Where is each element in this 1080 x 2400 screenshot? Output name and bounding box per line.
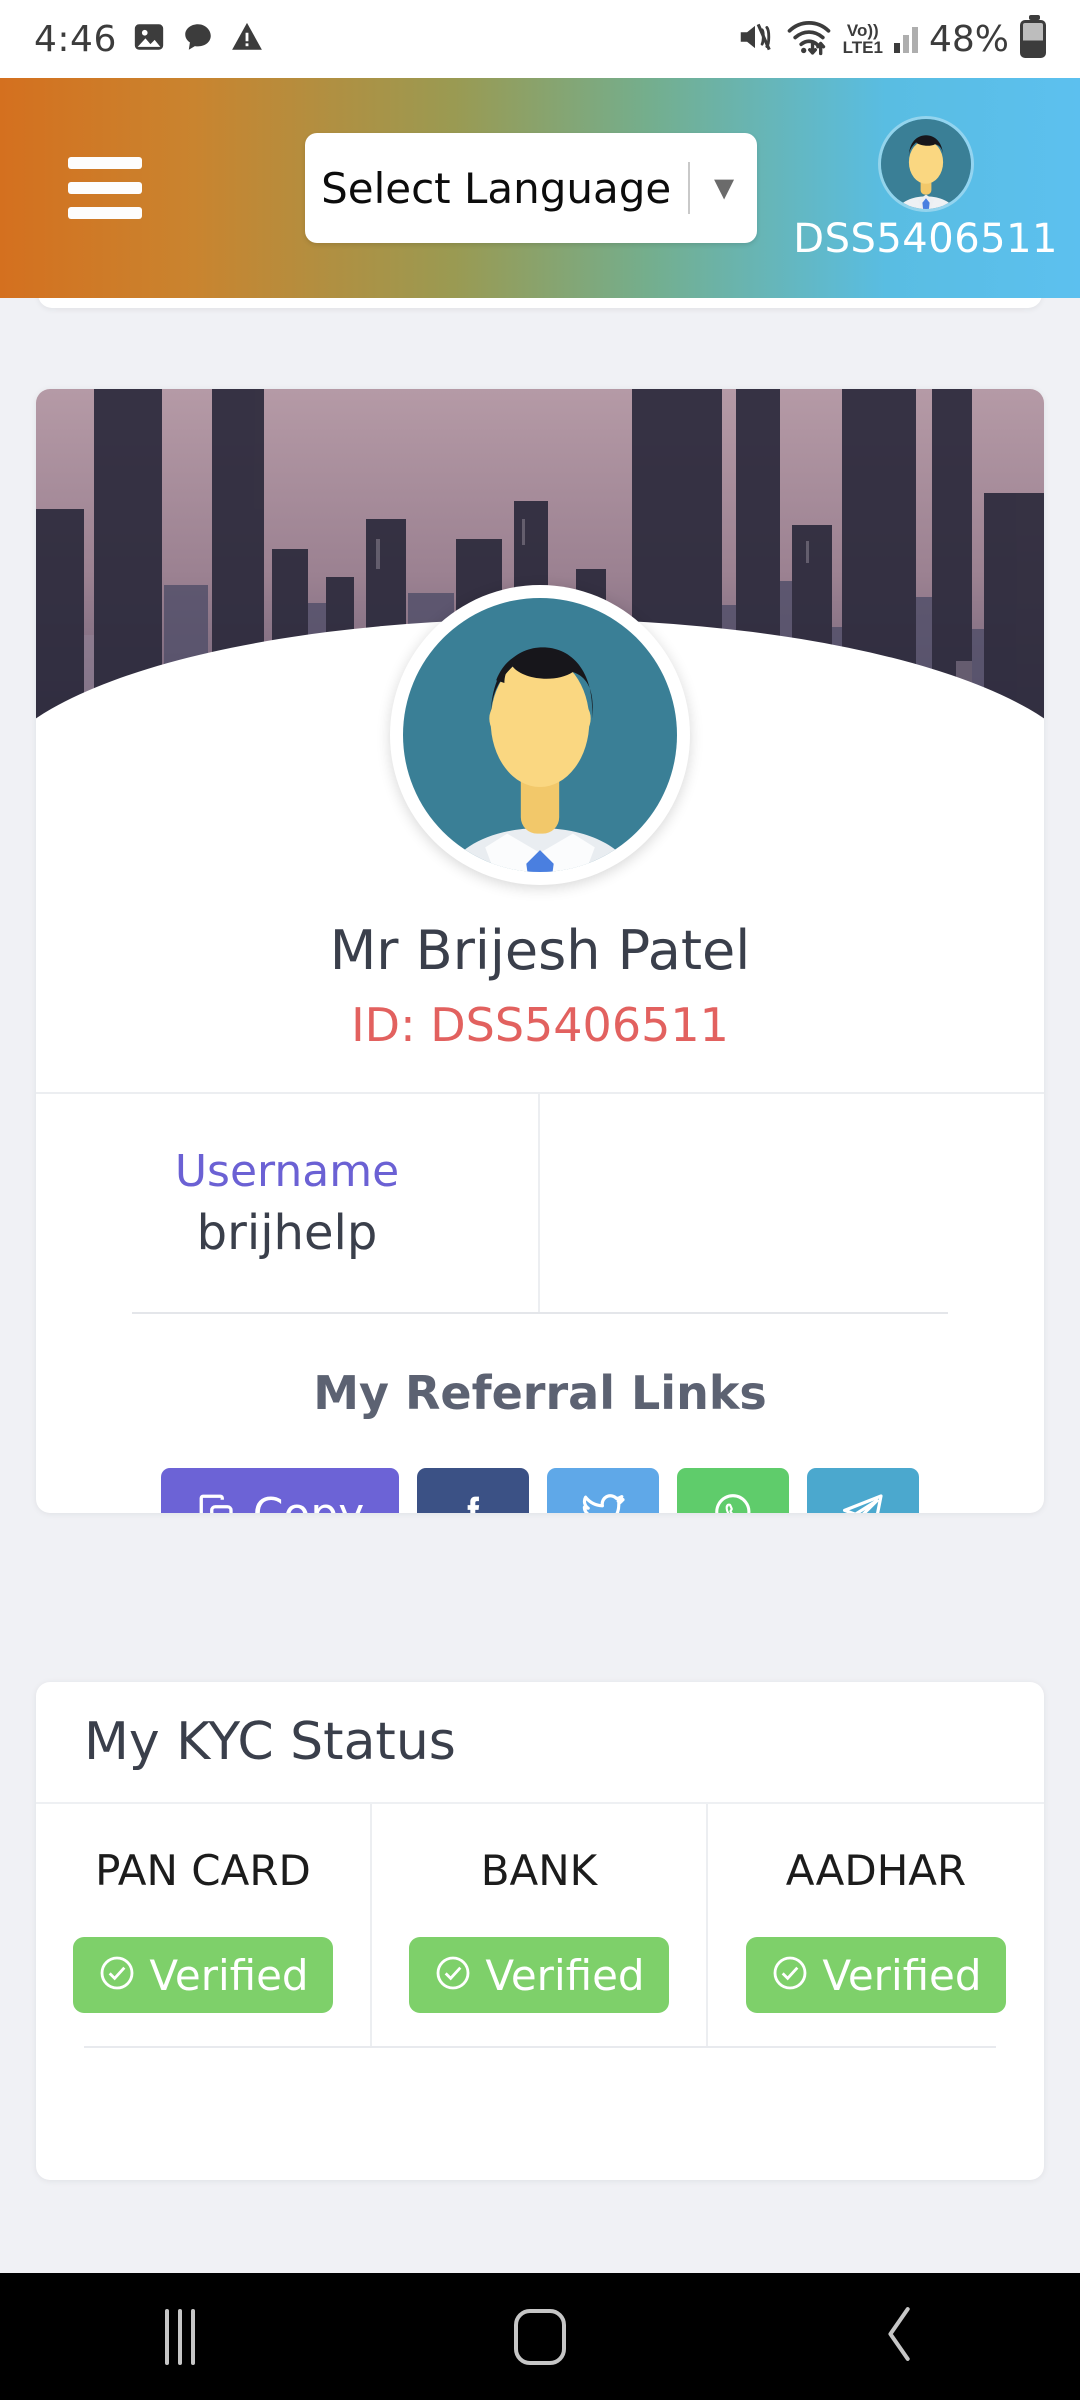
copy-referral-label: Copy <box>253 1489 365 1514</box>
header-user[interactable]: DSS5406511 <box>793 116 1058 262</box>
whatsapp-share-button[interactable] <box>677 1468 789 1513</box>
twitter-share-button[interactable] <box>547 1468 659 1513</box>
profile-avatar[interactable] <box>390 585 690 885</box>
status-time: 4:46 <box>34 18 117 60</box>
language-select[interactable]: Select Language ▼ <box>305 133 757 243</box>
kyc-title: My KYC Status <box>84 1712 456 1772</box>
twitter-icon <box>579 1488 627 1513</box>
home-icon <box>513 2308 566 2365</box>
username-row: Username brijhelp <box>36 1094 1044 1312</box>
telegram-icon <box>839 1488 887 1513</box>
kyc-columns: PAN CARD Verified BANK Verified AADHAR V… <box>36 1804 1044 2046</box>
volume-mute-icon <box>735 18 775 61</box>
hamburger-menu-icon[interactable] <box>68 157 142 219</box>
wifi-icon <box>786 17 832 62</box>
kyc-footer-divider <box>84 2046 996 2048</box>
language-select-divider <box>688 162 691 214</box>
kyc-label: AADHAR <box>785 1846 967 1895</box>
avatar[interactable] <box>877 116 974 212</box>
kyc-card-header: My KYC Status <box>36 1682 1044 1804</box>
signal-bars-icon <box>893 26 918 53</box>
copy-icon <box>196 1491 238 1513</box>
kyc-item-bank: BANK Verified <box>372 1804 708 2046</box>
header-user-id: DSS5406511 <box>793 216 1058 262</box>
page-content: Mr Brijesh Patel ID: DSS5406511 Username… <box>0 260 1080 2395</box>
facebook-icon <box>450 1489 496 1513</box>
home-button[interactable] <box>360 2308 720 2365</box>
referral-title: My Referral Links <box>313 1366 767 1420</box>
check-circle-icon <box>433 1953 473 1998</box>
check-circle-icon <box>97 1953 137 1998</box>
copy-referral-button[interactable]: Copy <box>161 1468 399 1513</box>
username-value: brijhelp <box>196 1204 378 1261</box>
recents-button[interactable] <box>0 2308 360 2365</box>
kyc-item-aadhar: AADHAR Verified <box>708 1804 1044 2046</box>
facebook-share-button[interactable] <box>417 1468 529 1513</box>
profile-avatar-image <box>403 598 677 872</box>
back-chevron-icon <box>877 2303 923 2370</box>
username-cell: Username brijhelp <box>36 1094 540 1312</box>
profile-id: ID: DSS5406511 <box>351 998 729 1052</box>
chat-bubble-icon <box>181 20 215 59</box>
battery-icon <box>1020 15 1046 58</box>
kyc-label: BANK <box>480 1846 598 1895</box>
warning-triangle-icon <box>230 20 264 59</box>
referral-buttons: Copy <box>36 1468 1044 1513</box>
status-badge[interactable]: Verified <box>409 1937 669 2013</box>
system-nav-bar <box>0 2273 1080 2400</box>
profile-card: Mr Brijesh Patel ID: DSS5406511 Username… <box>36 389 1044 1513</box>
app-header: Select Language ▼ DSS5406511 <box>0 78 1080 298</box>
telegram-share-button[interactable] <box>807 1468 919 1513</box>
battery-percent: 48% <box>928 18 1009 60</box>
back-button[interactable] <box>720 2303 1080 2370</box>
image-icon <box>132 20 166 59</box>
kyc-label: PAN CARD <box>95 1846 311 1895</box>
kyc-card: My KYC Status PAN CARD Verified BANK Ver… <box>36 1682 1044 2180</box>
status-badge-label: Verified <box>822 1950 982 2000</box>
volte-indicator: Vo)) LTE1 <box>842 21 883 57</box>
whatsapp-icon <box>710 1489 756 1513</box>
recents-icon <box>164 2308 195 2365</box>
language-select-label: Select Language <box>321 163 672 213</box>
username-label: Username <box>174 1145 400 1197</box>
chevron-down-icon: ▼ <box>707 169 741 207</box>
check-circle-icon <box>770 1953 810 1998</box>
status-bar-left: 4:46 <box>34 19 264 60</box>
profile-name: Mr Brijesh Patel <box>329 919 751 982</box>
kyc-item-pan: PAN CARD Verified <box>36 1804 372 2046</box>
status-bar-right: Vo)) LTE1 48% <box>735 15 1046 62</box>
username-empty-cell <box>540 1094 1044 1312</box>
status-badge-label: Verified <box>485 1950 645 2000</box>
status-badge[interactable]: Verified <box>746 1937 1006 2013</box>
status-badge[interactable]: Verified <box>73 1937 333 2013</box>
referral-divider <box>132 1312 948 1314</box>
status-bar: 4:46 Vo)) LTE1 48% <box>0 0 1080 78</box>
status-badge-label: Verified <box>149 1950 309 2000</box>
